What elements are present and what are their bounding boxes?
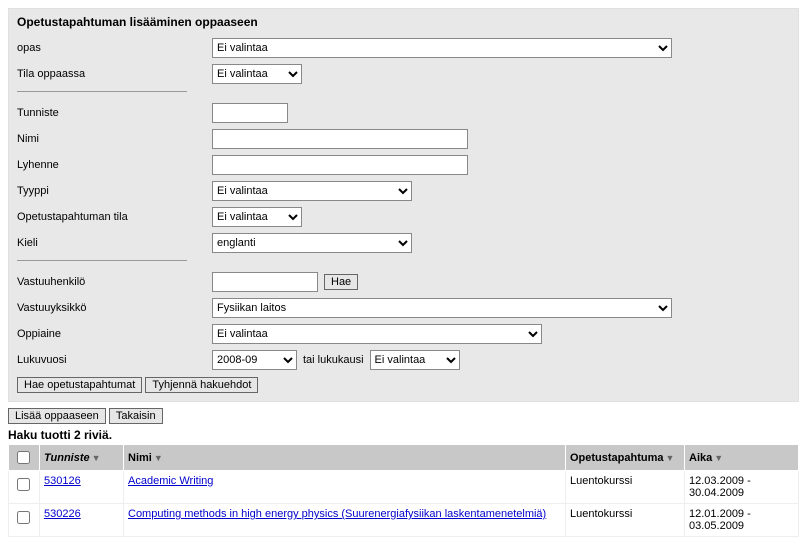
separator — [17, 91, 187, 92]
checkbox-select-all[interactable] — [17, 451, 30, 464]
select-oppiaine[interactable]: Ei valintaa — [212, 324, 542, 344]
label-tyyppi: Tyyppi — [17, 185, 212, 197]
header-tunniste[interactable]: Tunniste▼ — [40, 445, 124, 471]
link-nimi[interactable]: Academic Writing — [128, 475, 213, 487]
label-tila-oppaassa: Tila oppaassa — [17, 68, 212, 80]
button-takaisin[interactable]: Takaisin — [109, 408, 163, 424]
select-tila-oppaassa[interactable]: Ei valintaa — [212, 64, 302, 84]
select-opas[interactable]: Ei valintaa — [212, 38, 672, 58]
select-lukuvuosi[interactable]: 2008-09 — [212, 350, 297, 370]
select-tyyppi[interactable]: Ei valintaa — [212, 181, 412, 201]
cell-aika: 12.01.2009 - 03.05.2009 — [685, 504, 799, 537]
select-vastuuyksikko[interactable]: Fysiikan laitos — [212, 298, 672, 318]
label-kieli: Kieli — [17, 237, 212, 249]
select-lukukausi[interactable]: Ei valintaa — [370, 350, 460, 370]
search-form-panel: Opetustapahtuman lisääminen oppaaseen op… — [8, 8, 799, 402]
link-nimi[interactable]: Computing methods in high energy physics… — [128, 508, 546, 520]
label-vastuuhenkilo: Vastuuhenkilö — [17, 276, 212, 288]
label-tunniste: Tunniste — [17, 107, 212, 119]
button-lisaa-oppaaseen[interactable]: Lisää oppaaseen — [8, 408, 106, 424]
select-kieli[interactable]: englanti — [212, 233, 412, 253]
input-nimi[interactable] — [212, 129, 468, 149]
label-tai-lukukausi: tai lukukausi — [303, 354, 364, 366]
sort-icon: ▼ — [714, 453, 723, 463]
cell-tyyppi: Luentokurssi — [566, 504, 685, 537]
button-tyhjenna-hakuehdot[interactable]: Tyhjennä hakuehdot — [145, 377, 258, 393]
results-table: Tunniste▼ Nimi▼ Opetustapahtuma▼ Aika▼ 5… — [8, 444, 799, 537]
table-row: 530226 Computing methods in high energy … — [9, 504, 799, 537]
header-nimi[interactable]: Nimi▼ — [124, 445, 566, 471]
select-opetustapahtuman-tila[interactable]: Ei valintaa — [212, 207, 302, 227]
form-title: Opetustapahtuman lisääminen oppaaseen — [17, 15, 790, 29]
cell-aika: 12.03.2009 - 30.04.2009 — [685, 471, 799, 504]
button-hae-vastuuhenkilo[interactable]: Hae — [324, 274, 358, 290]
cell-tyyppi: Luentokurssi — [566, 471, 685, 504]
separator — [17, 260, 187, 261]
input-lyhenne[interactable] — [212, 155, 468, 175]
table-row: 530126 Academic Writing Luentokurssi 12.… — [9, 471, 799, 504]
label-lukuvuosi: Lukuvuosi — [17, 354, 212, 366]
sort-icon: ▼ — [666, 453, 675, 463]
checkbox-row[interactable] — [17, 478, 30, 491]
header-aika[interactable]: Aika▼ — [685, 445, 799, 471]
results-summary: Haku tuotti 2 riviä. — [8, 428, 799, 442]
label-oppiaine: Oppiaine — [17, 328, 212, 340]
header-opetustapahtuma[interactable]: Opetustapahtuma▼ — [566, 445, 685, 471]
label-opetustapahtuman-tila: Opetustapahtuman tila — [17, 211, 212, 223]
input-vastuuhenkilo[interactable] — [212, 272, 318, 292]
checkbox-row[interactable] — [17, 511, 30, 524]
label-opas: opas — [17, 42, 212, 54]
link-tunniste[interactable]: 530226 — [44, 508, 81, 520]
link-tunniste[interactable]: 530126 — [44, 475, 81, 487]
label-lyhenne: Lyhenne — [17, 159, 212, 171]
button-hae-opetustapahtumat[interactable]: Hae opetustapahtumat — [17, 377, 142, 393]
label-nimi: Nimi — [17, 133, 212, 145]
input-tunniste[interactable] — [212, 103, 288, 123]
sort-icon: ▼ — [92, 453, 101, 463]
sort-icon: ▼ — [154, 453, 163, 463]
label-vastuuyksikko: Vastuuyksikkö — [17, 302, 212, 314]
